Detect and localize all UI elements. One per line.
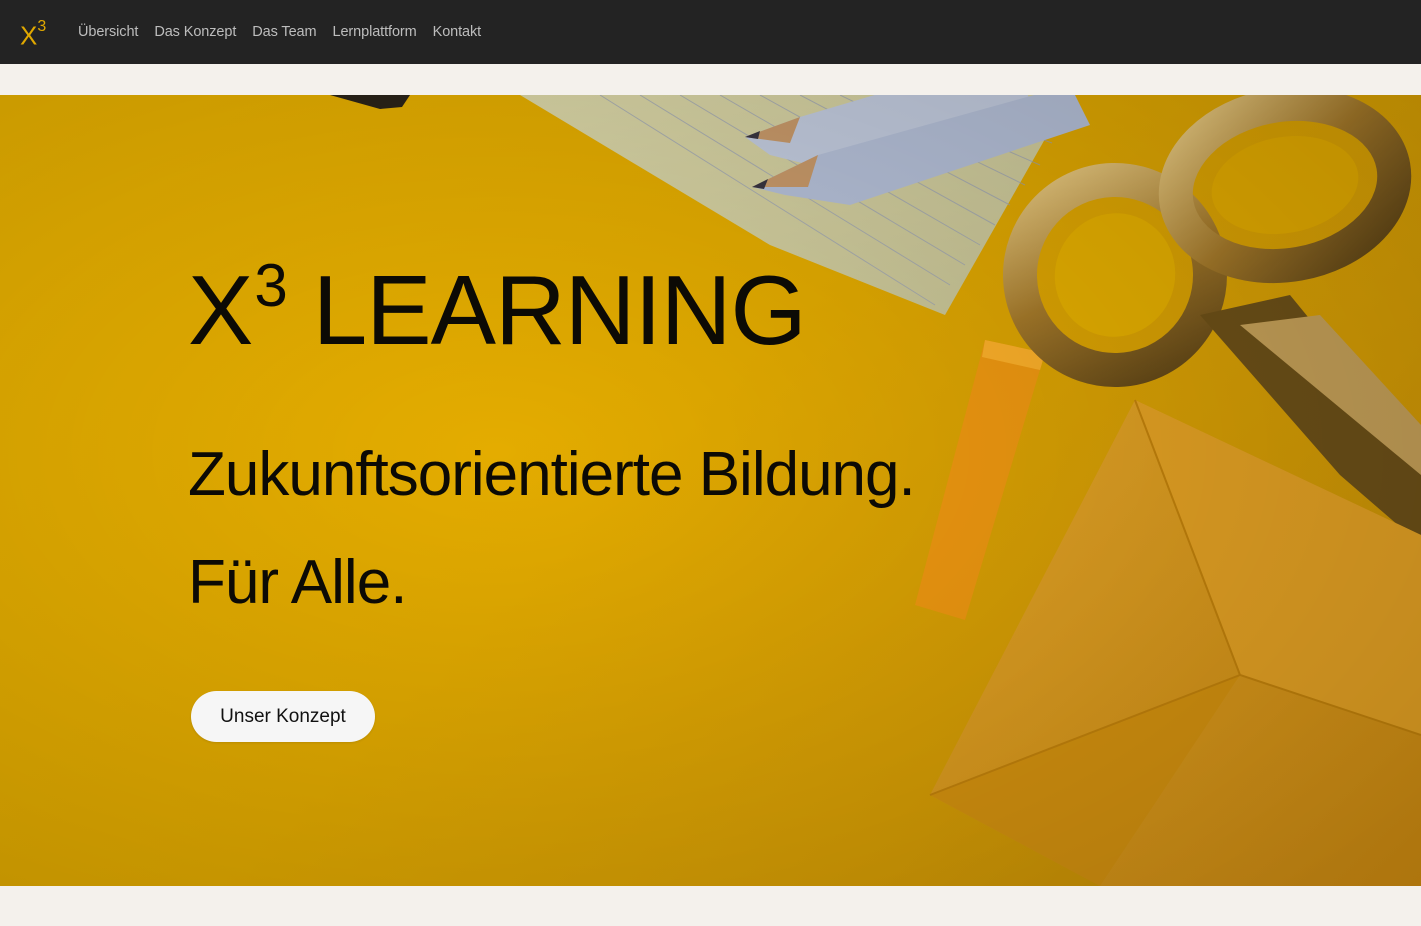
brand-x: X: [20, 20, 38, 51]
nav-link-lernplattform[interactable]: Lernplattform: [332, 24, 416, 40]
brand-logo[interactable]: X3: [20, 14, 46, 53]
hero-title-sup: 3: [254, 252, 287, 319]
hero-title: X3 LEARNING: [188, 252, 807, 379]
top-navbar: X3 Übersicht Das Konzept Das Team Lernpl…: [0, 0, 1421, 64]
nav-link-uebersicht[interactable]: Übersicht: [78, 24, 138, 40]
unser-konzept-button[interactable]: Unser Konzept: [191, 691, 375, 742]
hero-tagline-1: Zukunftsorientierte Bildung.: [188, 440, 916, 509]
hero-title-x: X: [188, 255, 253, 365]
nav-link-das-team[interactable]: Das Team: [252, 24, 316, 40]
hero-section: X3 LEARNING Zukunftsorientierte Bildung. …: [0, 95, 1421, 886]
hero-title-rest: LEARNING: [312, 255, 807, 365]
nav-links: Übersicht Das Konzept Das Team Lernplatt…: [78, 0, 497, 64]
nav-link-kontakt[interactable]: Kontakt: [433, 24, 482, 40]
nav-link-das-konzept[interactable]: Das Konzept: [154, 24, 236, 40]
brand-sup: 3: [37, 18, 47, 35]
hero-tagline-2: Für Alle.: [188, 548, 407, 617]
